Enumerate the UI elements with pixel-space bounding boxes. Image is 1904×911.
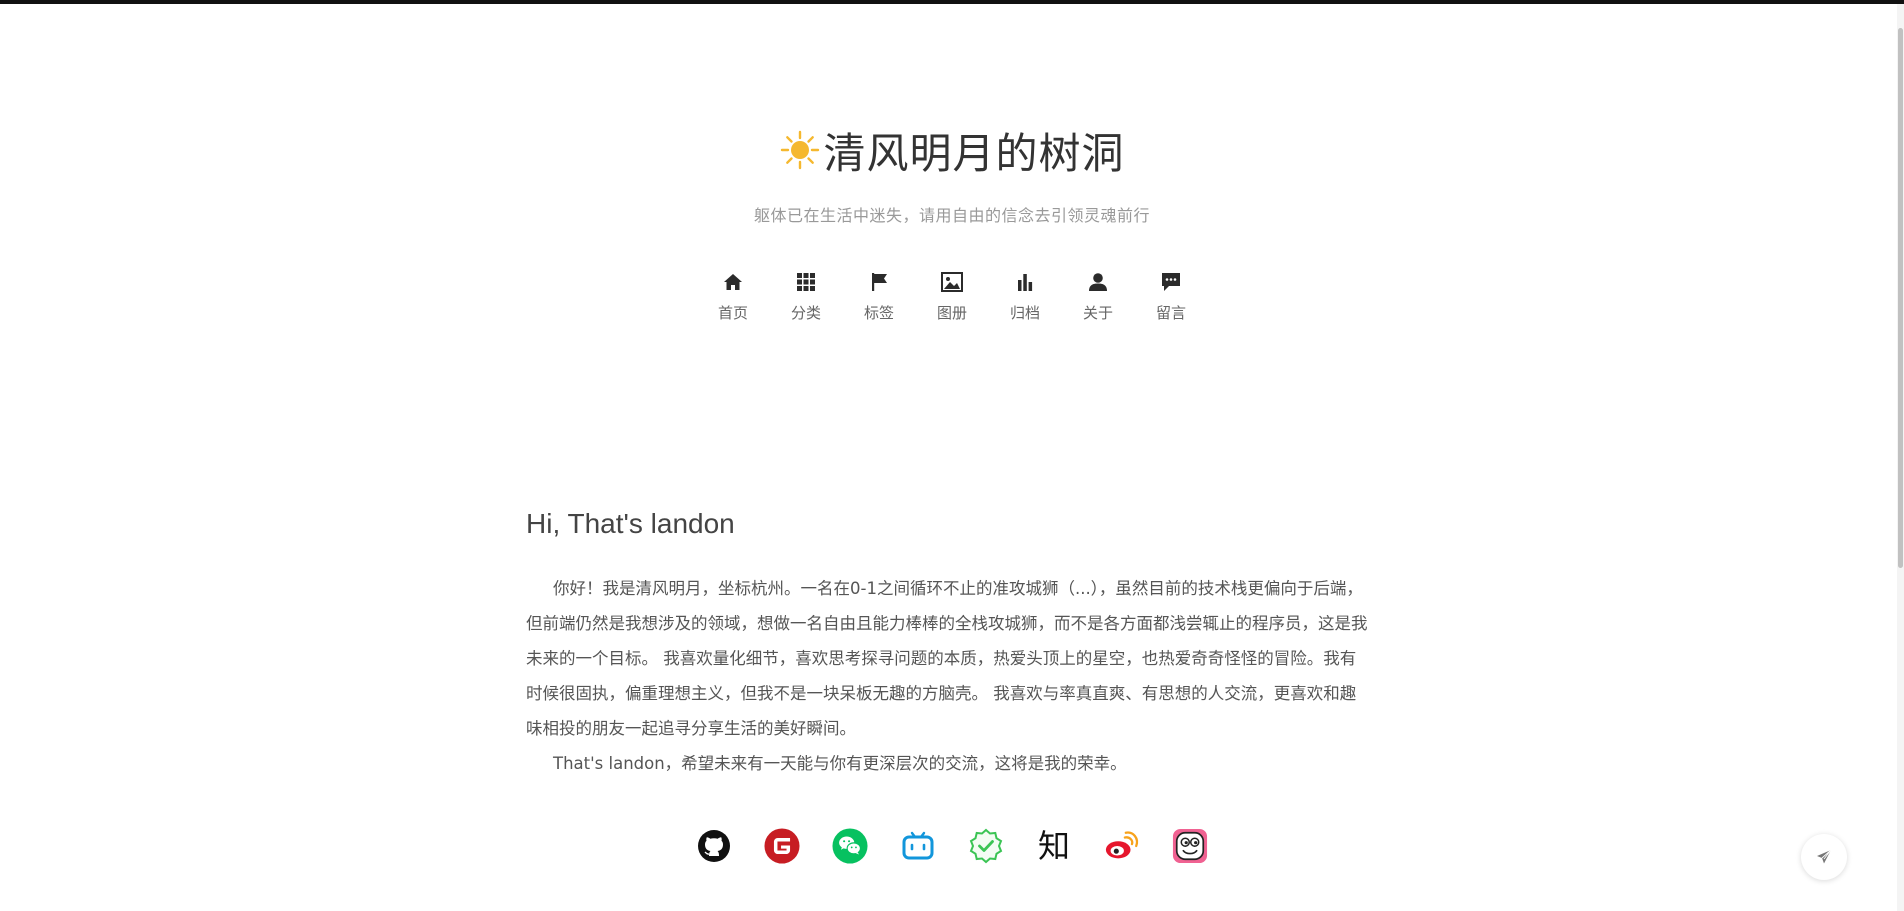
site-subtitle: 躯体已在生活中迷失，请用自由的信念去引领灵魂前行 <box>753 206 1150 225</box>
message-icon <box>1159 270 1183 294</box>
nav-label: 标签 <box>863 304 894 322</box>
paper-plane-icon <box>1817 849 1832 864</box>
nav-label: 归档 <box>1009 304 1040 322</box>
nav-label: 图册 <box>936 304 967 322</box>
nav-item-messages[interactable]: 留言 <box>1135 270 1208 323</box>
social-github[interactable] <box>696 828 732 864</box>
about-content: Hi, That's landon 你好！我是清风明月，坐标杭州。一名在0-1之… <box>526 508 1372 781</box>
content-heading: Hi, That's landon <box>526 508 735 539</box>
github-icon <box>698 830 730 862</box>
bar-chart-icon <box>1013 270 1037 294</box>
social-bilibili[interactable] <box>900 828 936 864</box>
social-gitee[interactable] <box>764 828 800 864</box>
nav-item-tags[interactable]: 标签 <box>843 270 916 323</box>
nav-item-home[interactable]: 首页 <box>697 270 770 323</box>
wechat-icon <box>832 828 868 864</box>
home-icon <box>721 270 745 294</box>
grid-icon <box>794 270 818 294</box>
social-links: 知 <box>0 828 1904 864</box>
send-button[interactable] <box>1801 834 1847 880</box>
gitee-icon <box>764 828 800 864</box>
social-weibo[interactable] <box>1104 828 1140 864</box>
social-wechat[interactable] <box>832 828 868 864</box>
site-header: 清风明月的树洞 躯体已在生活中迷失，请用自由的信念去引领灵魂前行 <box>0 120 1904 226</box>
weibo-icon <box>1105 831 1139 859</box>
social-verified[interactable] <box>968 828 1004 864</box>
top-border <box>0 0 1904 4</box>
user-icon <box>1086 270 1110 294</box>
social-face[interactable] <box>1172 828 1208 864</box>
site-title-text: 清风明月的树洞 <box>823 128 1125 178</box>
nav-item-gallery[interactable]: 图册 <box>916 270 989 323</box>
flag-icon <box>867 270 891 294</box>
closing-paragraph: That's landon，希望未来有一天能与你有更深层次的交流，这将是我的荣幸… <box>553 754 1127 773</box>
nav-item-category[interactable]: 分类 <box>770 270 843 323</box>
nav-label: 留言 <box>1155 304 1186 322</box>
sun-icon <box>781 130 820 170</box>
social-zhihu[interactable]: 知 <box>1036 828 1072 864</box>
nav-label: 分类 <box>790 304 821 322</box>
nav-label: 关于 <box>1082 304 1113 322</box>
nav-label: 首页 <box>717 304 748 322</box>
face-icon <box>1172 828 1208 864</box>
main-nav: 首页 分类 标签 图册 归档 关于 留言 <box>0 270 1904 323</box>
site-title[interactable]: 清风明月的树洞 <box>779 120 1124 180</box>
bilibili-icon <box>902 831 934 860</box>
verified-icon <box>969 828 1003 864</box>
nav-item-about[interactable]: 关于 <box>1062 270 1135 323</box>
zhihu-icon: 知 <box>1037 827 1070 865</box>
intro-paragraph: 你好！我是清风明月，坐标杭州。一名在0-1之间循环不止的准攻城狮（...），虽然… <box>526 579 1368 738</box>
image-icon <box>940 270 964 294</box>
nav-item-archive[interactable]: 归档 <box>989 270 1062 323</box>
